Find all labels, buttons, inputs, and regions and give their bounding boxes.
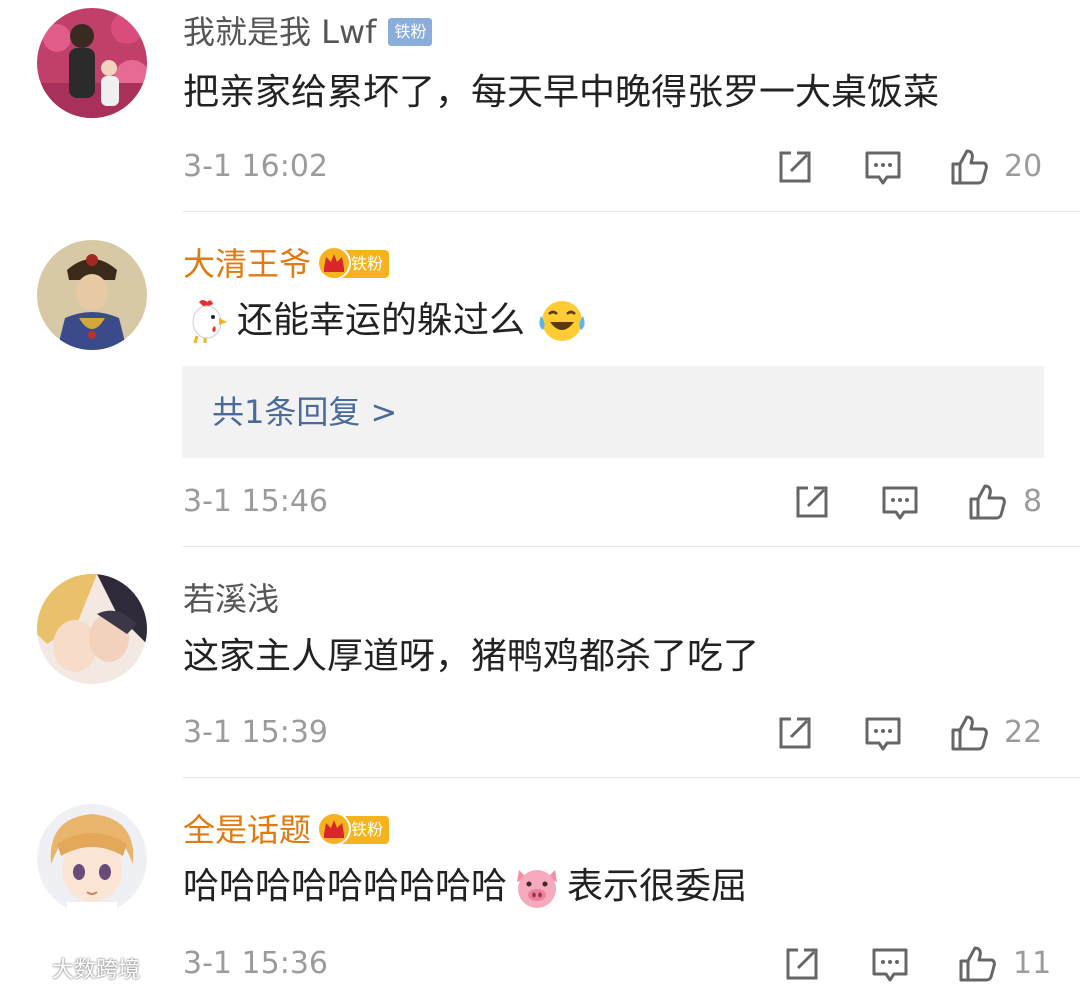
share-icon[interactable]	[792, 482, 832, 522]
comment-body: 还能幸运的躲过么	[237, 300, 526, 341]
fan-badge-text: 铁粉	[351, 820, 384, 839]
username[interactable]: 若溪浅	[183, 579, 279, 619]
crown-icon	[317, 246, 352, 280]
share-icon[interactable]	[775, 713, 815, 753]
avatar[interactable]	[37, 8, 147, 118]
comment-meta: 3-1 15:46 8	[183, 480, 1042, 524]
comment-meta: 3-1 16:02 20	[183, 145, 1042, 189]
comment-time: 3-1 15:46	[183, 484, 328, 519]
watermark-text: 大数跨境	[52, 958, 141, 983]
username[interactable]: 大清王爷 铁粉	[183, 244, 390, 284]
avatar[interactable]	[37, 240, 147, 350]
comment-text: 还能幸运的躲过么	[183, 298, 587, 344]
like-icon[interactable]	[949, 147, 989, 187]
comment-time: 3-1 15:39	[183, 715, 328, 750]
divider	[183, 777, 1080, 778]
comment-text: 哈哈哈哈哈哈哈哈哈 表示很委屈	[183, 864, 747, 910]
comment-icon[interactable]	[880, 482, 920, 522]
pig-face-emoji	[517, 870, 558, 908]
username[interactable]: 全是话题 铁粉	[183, 810, 390, 850]
like-icon[interactable]	[967, 482, 1007, 522]
crown-icon	[317, 812, 352, 846]
weibo-logo-icon	[8, 955, 46, 983]
comment-icon[interactable]	[863, 147, 903, 187]
comment-time: 3-1 16:02	[183, 149, 328, 184]
reply-box[interactable]: 共1条回复 >	[182, 366, 1044, 458]
username-text[interactable]: 全是话题	[183, 810, 311, 850]
like-icon[interactable]	[957, 944, 997, 984]
comment-text: 这家主人厚道呀，猪鸭鸡都杀了吃了	[183, 634, 759, 680]
share-icon[interactable]	[775, 147, 815, 187]
like-count: 11	[1013, 946, 1052, 981]
comment-meta: 3-1 15:36 11	[183, 942, 1051, 986]
username[interactable]: 我就是我 Lwf 铁粉	[183, 12, 433, 52]
username-text[interactable]: 我就是我 Lwf	[183, 12, 376, 52]
divider	[183, 211, 1080, 212]
comment-icon[interactable]	[870, 944, 910, 984]
divider	[183, 546, 1080, 547]
avatar[interactable]	[37, 574, 147, 684]
comment-text: 把亲家给累坏了，每天早中晚得张罗一大桌饭菜	[183, 70, 939, 116]
fan-badge: 铁粉	[317, 812, 390, 846]
comment-meta: 3-1 15:39 22	[183, 711, 1042, 755]
comment-body: 把亲家给累坏了，每天早中晚得张罗一大桌饭菜	[183, 72, 940, 113]
comment-body: 哈哈哈哈哈哈哈哈哈	[183, 866, 508, 907]
fan-badge: 铁粉	[317, 246, 390, 280]
like-count: 20	[1004, 149, 1043, 184]
fan-badge: 铁粉	[388, 18, 433, 46]
share-icon[interactable]	[782, 944, 822, 984]
like-count: 22	[1004, 715, 1043, 750]
comment-body-suffix: 表示很委屈	[567, 866, 748, 907]
comment-body: 这家主人厚道呀，猪鸭鸡都杀了吃了	[183, 636, 760, 677]
watermark: 大数跨境	[8, 952, 140, 984]
username-text[interactable]: 若溪浅	[183, 579, 279, 619]
laugh-cry-emoji	[539, 301, 585, 341]
avatar[interactable]	[37, 804, 147, 914]
username-text[interactable]: 大清王爷	[183, 244, 311, 284]
like-icon[interactable]	[949, 713, 989, 753]
view-replies-link[interactable]: 共1条回复 >	[212, 390, 397, 434]
comment-time: 3-1 15:36	[183, 946, 328, 981]
fan-badge-text: 铁粉	[351, 254, 384, 273]
rooster-emoji	[192, 300, 227, 344]
comment-icon[interactable]	[863, 713, 903, 753]
like-count: 8	[1023, 484, 1043, 519]
